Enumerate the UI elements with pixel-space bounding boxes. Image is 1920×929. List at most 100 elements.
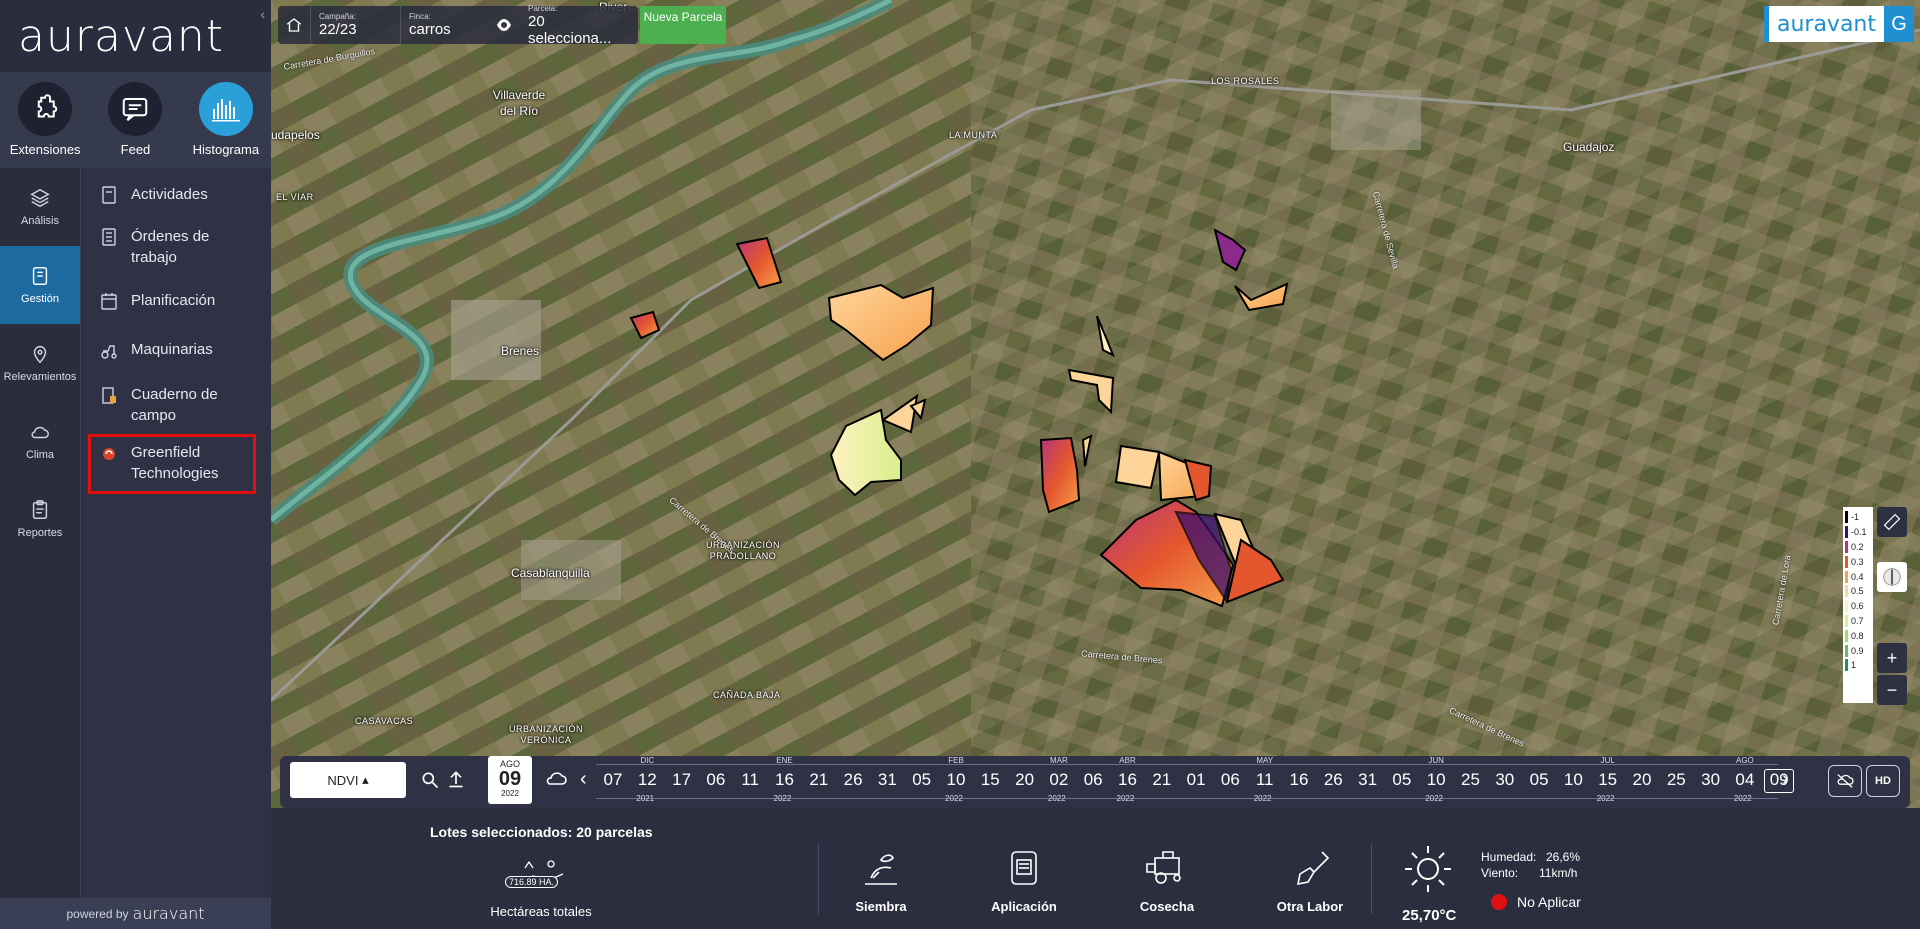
nav-relevamientos[interactable]: Relevamientos [0,324,80,402]
new-parcel-button[interactable]: Nueva Parcela [640,6,726,44]
timeline-day[interactable]: 26 [1316,770,1350,790]
timeline-day[interactable]: 07 [596,770,630,790]
timeline-month: ENE [776,756,793,765]
timeline-day[interactable]: 21 [802,770,836,790]
timeline-day[interactable]: 06 [699,770,733,790]
brand-logo[interactable]: auravant [1764,6,1884,42]
spray-status-label: No Aplicar [1517,894,1581,910]
nav-gestion[interactable]: Gestión [0,246,80,324]
logo-text: auravant [18,10,225,62]
highlight-box [88,434,256,494]
campaign-select[interactable]: Campaña: 22/23 [310,6,400,44]
timeline-next-icon[interactable]: › [1782,768,1789,791]
cloud-off-icon[interactable] [1828,765,1862,797]
timeline-day[interactable]: 31 [1351,770,1385,790]
timeline-day[interactable]: 15 [1591,770,1625,790]
tool-extensiones[interactable]: Extensiones [3,82,87,157]
timeline-day[interactable]: 21 [1145,770,1179,790]
timeline-day[interactable]: 06 [1213,770,1247,790]
cloud-filter-icon[interactable] [544,770,568,795]
timeline-day[interactable]: 12 [630,770,664,790]
action-label: Siembra [855,899,907,914]
tool-histograma[interactable]: Histograma [184,82,268,157]
submenu-cuaderno[interactable]: Cuaderno de campo [81,384,272,426]
compass-icon[interactable] [1877,562,1907,592]
action-aplicacion[interactable]: Aplicación [974,848,1074,914]
map-label-la-munta: LA MUNTA [949,130,998,140]
timeline-day[interactable]: 10 [1419,770,1453,790]
hectares-label: Hectáreas totales [490,904,592,919]
tool-label: Extensiones [9,142,81,157]
user-avatar[interactable]: G [1884,6,1914,42]
farm-select[interactable]: Finca: carros [400,6,488,44]
nav-clima[interactable]: Clima [0,402,80,480]
action-otra-labor[interactable]: Otra Labor [1260,848,1360,914]
upload-icon[interactable] [446,769,466,794]
timeline-day[interactable]: 16 [1111,770,1145,790]
parcel-select[interactable]: Parcela: 20 selecciona... [520,4,638,47]
map-view[interactable]: River Villaverde del Río udapelos EL VIA… [271,0,1920,808]
legend-row: 0.3 [1845,554,1871,569]
timeline-day[interactable]: 10 [939,770,973,790]
submenu-actividades[interactable]: Actividades [81,184,272,205]
timeline-day[interactable]: 02 [1042,770,1076,790]
timeline-day[interactable]: 25 [1659,770,1693,790]
legend-value: 0.3 [1851,556,1864,567]
satellite-map [271,0,1920,808]
timeline-day[interactable]: 26 [836,770,870,790]
logo[interactable]: auravant [0,0,271,72]
timeline-day[interactable]: 05 [1385,770,1419,790]
zoom-out-button[interactable]: − [1877,675,1907,705]
legend-row: 0.4 [1845,569,1871,584]
timeline-day[interactable]: 20 [1625,770,1659,790]
tool-feed[interactable]: Feed [93,82,177,157]
timeline-day[interactable]: 10 [1556,770,1590,790]
submenu-planificacion[interactable]: Planificación [81,290,272,311]
timeline-day[interactable]: 16 [1282,770,1316,790]
legend-swatch [1845,600,1848,613]
timeline-day[interactable]: 20 [1008,770,1042,790]
ruler-icon[interactable] [1877,507,1907,537]
action-siembra[interactable]: Siembra [831,848,931,914]
selected-date[interactable]: AGO 09 2022 [488,756,532,804]
application-icon [1011,851,1037,885]
timeline-day[interactable]: 17 [665,770,699,790]
timeline-day[interactable]: 01 [1179,770,1213,790]
legend-value: 1 [1851,660,1857,671]
timeline-day[interactable]: 04 [1728,770,1762,790]
timeline-prev-icon[interactable]: ‹ [580,768,587,791]
timeline-day[interactable]: 11 [733,770,767,790]
timeline-selected-day [1764,769,1795,793]
home-icon[interactable] [278,16,310,34]
collapse-sidebar-icon[interactable]: ‹ [260,6,265,22]
timeline-day[interactable]: 05 [1522,770,1556,790]
index-select[interactable]: NDVI ▴ [290,762,406,798]
timeline-month: DIC [640,756,655,765]
nav-reportes[interactable]: Reportes [0,480,80,558]
timeline-day[interactable]: 25 [1454,770,1488,790]
timeline-day[interactable]: 11 [1248,770,1282,790]
submenu-ordenes[interactable]: Órdenes de trabajo [81,226,272,268]
map-label-budapelos: udapelos [271,128,320,142]
timeline-day[interactable]: 15 [973,770,1007,790]
timeline-day[interactable]: 30 [1694,770,1728,790]
timeline-day[interactable]: 05 [905,770,939,790]
legend-row: -0.1 [1845,525,1871,540]
zoom-in-button[interactable]: + [1877,643,1907,673]
timeline-year: 2022 [1425,794,1443,803]
selected-parcels: Lotes seleccionados: 20 parcelas [430,824,653,840]
timeline-day[interactable]: 06 [1076,770,1110,790]
tool-label: Feed [120,142,151,157]
submenu-maquinarias[interactable]: Maquinarias [81,339,272,360]
eye-icon[interactable] [488,19,520,31]
submenu-label: Órdenes de trabajo [131,228,210,266]
action-cosecha[interactable]: Cosecha [1117,848,1217,914]
timeline-day[interactable]: 30 [1488,770,1522,790]
chat-icon [108,82,163,136]
nav-analisis[interactable]: Análisis [0,168,80,246]
timeline-day[interactable]: 31 [870,770,904,790]
legend-swatch [1845,511,1848,524]
timeline-day[interactable]: 16 [768,770,802,790]
hd-button[interactable]: HD [1866,765,1900,797]
search-icon[interactable] [420,770,440,795]
